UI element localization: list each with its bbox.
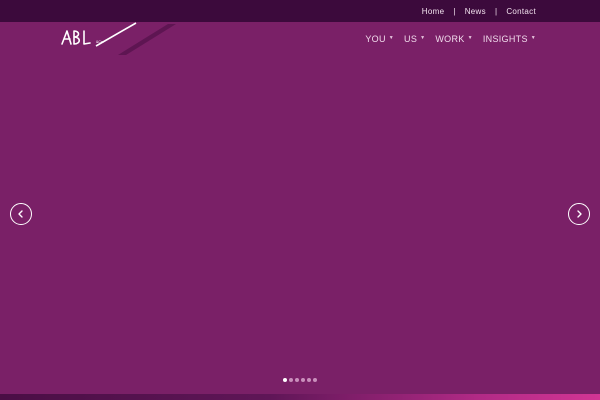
nav-link-home[interactable]: Home <box>422 7 445 16</box>
nav-item-you[interactable]: YOU ▼ <box>365 34 394 44</box>
nav-item-us[interactable]: US ▼ <box>404 34 425 44</box>
slider-prev-button[interactable] <box>10 203 32 225</box>
slider-dot[interactable] <box>301 378 305 382</box>
chevron-down-icon: ▼ <box>530 35 536 41</box>
slider-dot[interactable] <box>295 378 299 382</box>
logo[interactable]: &Co. <box>56 22 176 56</box>
nav-separator: | <box>494 6 498 16</box>
chevron-left-icon <box>18 210 23 218</box>
nav-item-label: US <box>404 34 418 44</box>
slider-pagination <box>283 378 317 382</box>
slider-dot[interactable] <box>289 378 293 382</box>
nav-item-label: YOU <box>365 34 386 44</box>
nav-item-label: INSIGHTS <box>482 34 528 44</box>
utility-nav: Home | News | Contact <box>422 0 536 22</box>
nav-link-contact[interactable]: Contact <box>506 7 536 16</box>
bottom-accent-strip <box>0 394 600 400</box>
slider-dot[interactable] <box>283 378 287 382</box>
slider-next-button[interactable] <box>568 203 590 225</box>
main-nav: YOU ▼ US ▼ WORK ▼ INSIGHTS ▼ <box>365 32 536 46</box>
chevron-down-icon: ▼ <box>388 35 395 41</box>
logo-subtext: &Co. <box>96 40 104 44</box>
nav-item-insights[interactable]: INSIGHTS ▼ <box>483 34 536 44</box>
slider-dot[interactable] <box>307 378 311 382</box>
nav-link-news[interactable]: News <box>465 7 486 16</box>
nav-item-work[interactable]: WORK ▼ <box>435 34 472 44</box>
chevron-down-icon: ▼ <box>420 35 426 41</box>
logo-mark: &Co. <box>61 22 176 55</box>
slider-dot[interactable] <box>313 378 317 382</box>
chevron-right-icon <box>577 210 582 218</box>
nav-separator: | <box>453 6 456 16</box>
chevron-down-icon: ▼ <box>467 35 473 41</box>
top-bar: Home | News | Contact <box>0 0 600 22</box>
nav-item-label: WORK <box>435 34 465 44</box>
